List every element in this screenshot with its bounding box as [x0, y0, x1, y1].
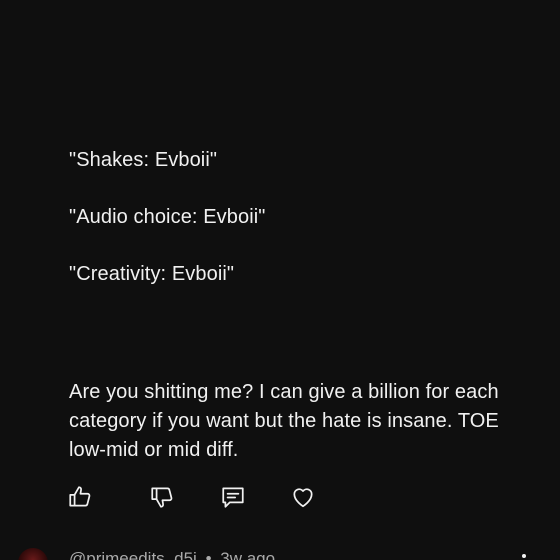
heart-icon: [293, 488, 313, 508]
thumbs-up-icon: [69, 486, 91, 507]
comment-quote-block: "Shakes: Evboii" "Audio choice: Evboii" …: [69, 146, 539, 317]
quote-line-shakes: "Shakes: Evboii": [69, 149, 218, 171]
reply-button[interactable]: [219, 483, 247, 511]
dislike-button[interactable]: [148, 483, 176, 511]
comment-action-bar: [66, 483, 366, 513]
like-button[interactable]: [66, 483, 94, 511]
comment-meta: @primeedits_d5j • 3w ago: [69, 549, 279, 560]
heart-button[interactable]: [289, 483, 317, 511]
quote-line-audio-choice: "Audio choice: Evboii": [69, 206, 266, 228]
avatar[interactable]: [18, 548, 48, 560]
comment-timestamp: 3w ago: [220, 549, 276, 560]
more-options-icon[interactable]: [520, 554, 528, 560]
next-comment-header: @primeedits_d5j • 3w ago: [0, 540, 560, 560]
comment-icon: [222, 487, 244, 508]
thumbs-down-icon: [151, 487, 173, 508]
comment-author-handle[interactable]: @primeedits_d5j: [69, 549, 197, 560]
quote-line-creativity: "Creativity: Evboii": [69, 263, 235, 285]
comment-reply-text: Are you shitting me? I can give a billio…: [69, 381, 499, 461]
meta-separator: •: [205, 549, 212, 560]
